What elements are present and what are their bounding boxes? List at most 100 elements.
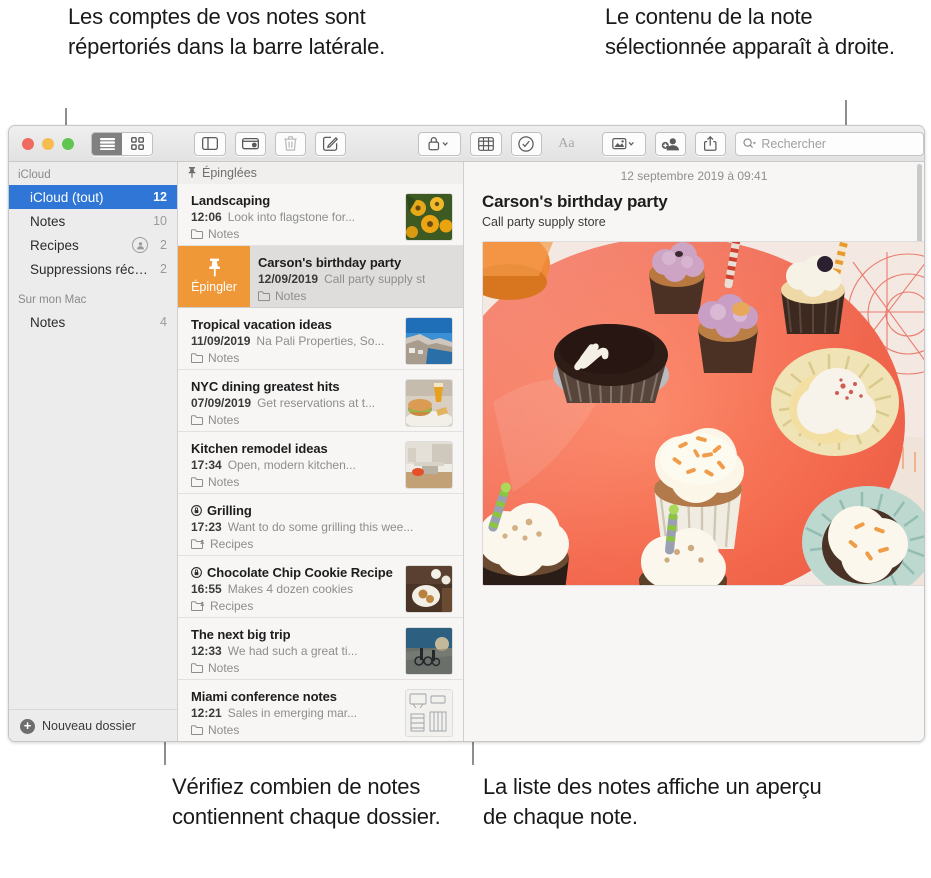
note-thumbnail [405, 378, 453, 427]
sidebar-item-recently-deleted[interactable]: Suppressions récent... 2 [9, 257, 177, 281]
grid-view-icon[interactable] [122, 132, 153, 155]
trash-icon[interactable] [274, 131, 307, 156]
shared-folder-icon [132, 237, 149, 253]
close-window-button[interactable] [22, 137, 34, 150]
sidebar-item-count: 2 [160, 238, 167, 252]
table-icon[interactable] [470, 131, 502, 156]
compose-note-icon[interactable] [315, 131, 347, 156]
note-folder: Notes [191, 227, 397, 241]
note-folder: Notes [191, 475, 397, 489]
note-subtitle: 12:21 Sales in emerging mar... [191, 706, 397, 720]
folder-icon [191, 414, 203, 425]
callout-sidebar-accounts: Les comptes de vos notes sont répertorié… [68, 4, 386, 59]
list-item[interactable]: Landscaping 12:06 Look into flagstone fo… [178, 184, 463, 246]
note-preview: Makes 4 dozen cookies [227, 581, 354, 596]
sidebar-item-recipes[interactable]: Recipes 2 [9, 233, 177, 257]
note-folder: Notes [191, 723, 397, 737]
note-detail-date: 12 septembre 2019 à 09:41 [620, 169, 768, 183]
list-item-selected[interactable]: Épingler Carson's birthday party 12/09/2… [178, 245, 463, 308]
new-folder-button[interactable]: + Nouveau dossier [9, 709, 177, 741]
list-item[interactable]: NYC dining greatest hits 07/09/2019 Get … [178, 370, 463, 432]
sidebar-item-count: 12 [153, 190, 167, 204]
share-icon[interactable] [695, 131, 727, 156]
note-text: The next big trip 12:33 We had such a gr… [191, 627, 397, 675]
note-title: Tropical vacation ideas [191, 316, 332, 332]
notes-app-window: Aa Rechercher iCloud iCloud (tout) 12 No… [8, 125, 925, 742]
minimize-window-button[interactable] [42, 137, 54, 150]
folder-icon [258, 290, 270, 301]
lock-icon[interactable] [417, 131, 462, 156]
note-subtitle: 17:34 Open, modern kitchen... [191, 458, 397, 472]
note-subtitle: 12/09/2019 Call party supply st [258, 272, 453, 286]
note-preview: Get reservations at t... [257, 395, 376, 410]
note-folder: Recipes [191, 537, 453, 551]
note-folder-label: Notes [208, 226, 240, 241]
sidebar: iCloud iCloud (tout) 12 Notes 10 Recipes… [9, 162, 178, 741]
note-preview: Open, modern kitchen... [227, 457, 356, 472]
note-text: Landscaping 12:06 Look into flagstone fo… [191, 193, 397, 241]
search-placeholder: Rechercher [761, 136, 826, 151]
sidebar-item-count: 2 [160, 262, 167, 276]
list-item[interactable]: Miami conference notes 12:21 Sales in em… [178, 680, 463, 741]
note-folder-label: Notes [208, 660, 240, 675]
folder-icon [191, 352, 203, 363]
callout-folder-counts: Vérifiez combien de notes contiennent ch… [172, 774, 441, 829]
note-time: 16:55 [191, 581, 222, 596]
note-text: Grilling 17:23 Want to do some grilling … [191, 503, 453, 551]
folders-icon[interactable] [234, 131, 266, 156]
note-title: Landscaping [191, 192, 271, 208]
note-subtitle: 17:23 Want to do some grilling this wee.… [191, 520, 453, 534]
checklist-icon[interactable] [510, 131, 542, 156]
note-text: Kitchen remodel ideas 17:34 Open, modern… [191, 441, 397, 489]
zoom-window-button[interactable] [62, 137, 74, 150]
sidebar-item-label: Suppressions récent... [30, 261, 155, 277]
note-time: 17:34 [191, 457, 222, 472]
search-input[interactable]: Rechercher [735, 131, 924, 156]
sidebar-item-icloud-all[interactable]: iCloud (tout) 12 [9, 185, 177, 209]
list-item[interactable]: Tropical vacation ideas 11/09/2019 Na Pa… [178, 308, 463, 370]
list-view-icon[interactable] [92, 132, 123, 155]
list-item[interactable]: Kitchen remodel ideas 17:34 Open, modern… [178, 432, 463, 494]
folder-icon [191, 228, 203, 239]
note-preview: Call party supply st [324, 271, 426, 286]
note-detail-pane[interactable]: 12 septembre 2019 à 09:41 Carson's birth… [464, 162, 924, 741]
note-thumbnail [405, 192, 453, 241]
sidebar-item-label: Notes [30, 213, 66, 229]
note-title: The next big trip [191, 626, 291, 642]
sidebar-section-title-icloud: iCloud [18, 169, 51, 181]
list-item[interactable]: Chocolate Chip Cookie Recipe 16:55 Makes… [178, 556, 463, 618]
view-mode-segmented-control[interactable] [91, 131, 154, 156]
callout-note-previews: La liste des notes affiche un aperçu de … [483, 774, 822, 829]
list-item[interactable]: The next big trip 12:33 We had such a gr… [178, 618, 463, 680]
note-title: NYC dining greatest hits [191, 378, 340, 394]
note-thumbnail [405, 688, 453, 737]
locked-note-icon [191, 566, 202, 578]
note-folder-label: Notes [208, 412, 240, 427]
sidebar-toggle-icon[interactable] [194, 131, 226, 156]
sidebar-item-notes[interactable]: Notes 10 [9, 209, 177, 233]
note-preview: Sales in emerging mar... [227, 705, 358, 720]
note-title: Chocolate Chip Cookie Recipe [191, 565, 397, 580]
note-text: Carson's birthday party 12/09/2019 Call … [258, 255, 453, 303]
note-thumbnail [405, 626, 453, 675]
window-controls [9, 137, 74, 150]
notes-list[interactable]: Épinglées Landscaping 12:06 Look into fl… [178, 162, 464, 741]
sidebar-item-count: 10 [153, 214, 167, 228]
note-attachment-image[interactable] [482, 241, 924, 586]
note-folder: Recipes [191, 599, 397, 613]
add-collaborator-icon[interactable] [654, 131, 687, 156]
note-detail-title: Carson's birthday party [482, 192, 668, 211]
note-thumbnail [405, 316, 453, 365]
window-body: iCloud iCloud (tout) 12 Notes 10 Recipes… [9, 162, 924, 741]
list-item[interactable]: Grilling 17:23 Want to do some grilling … [178, 494, 463, 556]
format-text-icon[interactable]: Aa [551, 132, 582, 156]
pin-swipe-label: Épingler [191, 280, 237, 295]
pin-swipe-action[interactable]: Épingler [178, 245, 250, 307]
note-folder-label: Recipes [210, 598, 254, 613]
sidebar-item-local-notes[interactable]: Notes 4 [9, 310, 177, 334]
note-preview: Na Pali Properties, So... [256, 333, 385, 348]
media-icon[interactable] [602, 131, 646, 156]
sidebar-item-label: iCloud (tout) [30, 189, 104, 205]
shared-folder-icon [191, 601, 205, 611]
note-folder: Notes [258, 289, 453, 303]
